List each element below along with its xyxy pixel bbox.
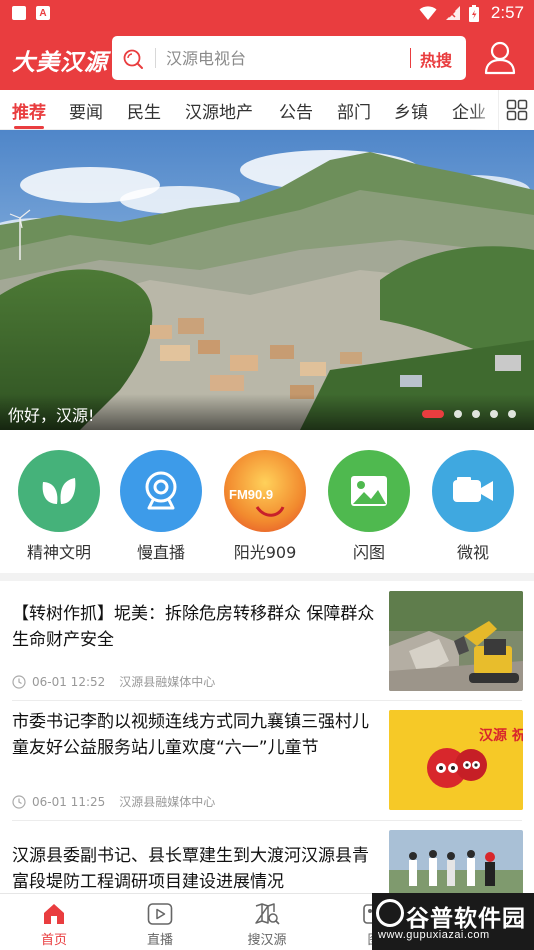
watermark: 谷普软件园 www.gupuxiazai.com	[372, 893, 534, 950]
grid-icon	[506, 99, 527, 121]
news-thumbnail[interactable]: 汉源 祝你	[389, 710, 523, 810]
news-title[interactable]: 汉源县委副书记、县长覃建生到大渡河汉源县青富段堤防工程调研项目建设进展情况	[12, 843, 376, 893]
section-divider	[0, 573, 534, 581]
fm-909-logo: FM90.9	[224, 450, 306, 532]
signal-icon	[445, 6, 460, 20]
quick-link-label: 阳光909	[233, 543, 297, 562]
tab-livelihood[interactable]: 民生	[127, 98, 161, 123]
quick-link-micro-video[interactable]: 微视	[428, 450, 518, 563]
quick-link-civilization[interactable]: 精神文明	[14, 450, 104, 563]
carousel-dot[interactable]	[490, 410, 498, 418]
video-camera-icon	[432, 450, 514, 532]
nav-search-hanyuan[interactable]: 搜汉源	[227, 902, 307, 948]
clock: 2:57	[490, 3, 524, 22]
tab-townships[interactable]: 乡镇	[394, 98, 428, 123]
search-divider	[155, 48, 156, 68]
news-source: 汉源县融媒体中心	[119, 795, 216, 809]
news-source: 汉源县融媒体中心	[119, 675, 216, 689]
news-thumbnail[interactable]	[389, 830, 523, 893]
news-title[interactable]: 【转树作抓】坭美：拆除危房转移群众 保障群众生命财产安全	[12, 601, 376, 653]
banner-image	[0, 130, 534, 430]
thumb-text: 汉源 祝你	[479, 727, 523, 744]
battery-icon	[468, 4, 479, 22]
news-item[interactable]: 市委书记李酌以视频连线方式同九襄镇三强村儿童友好公益服务站儿童欢度“六一”儿童节…	[0, 701, 534, 821]
home-icon	[44, 904, 64, 924]
notification-app-icon: A	[36, 6, 50, 20]
quick-link-slow-live[interactable]: 慢直播	[116, 450, 206, 563]
watermark-title: 谷普软件园	[406, 906, 526, 932]
search-icon	[123, 49, 143, 69]
childrens-day-graphic: 汉源 祝你	[389, 710, 523, 810]
leaf-icon	[18, 450, 100, 532]
hero-banner[interactable]: 你好，汉源!	[0, 130, 534, 430]
news-time: 06-01 11:25	[32, 794, 106, 809]
tabs-fade	[470, 90, 500, 130]
webcam-icon	[120, 450, 202, 532]
nav-search-label: 搜汉源	[247, 933, 287, 948]
hot-search-button[interactable]: 热搜	[420, 47, 452, 71]
hot-divider	[410, 48, 411, 68]
carousel-indicator	[422, 410, 516, 418]
news-meta: 06-01 11:25 汉源县融媒体中心	[12, 793, 215, 810]
tab-announcements[interactable]: 公告	[279, 98, 313, 123]
carousel-dot[interactable]	[454, 410, 462, 418]
news-title[interactable]: 市委书记李酌以视频连线方式同九襄镇三强村儿童友好公益服务站儿童欢度“六一”儿童节	[12, 709, 376, 761]
quick-link-label: 精神文明	[26, 543, 91, 562]
officials-photo	[389, 830, 523, 893]
nav-home-label: 首页	[40, 933, 67, 948]
status-bar: A 2:57	[0, 0, 534, 28]
excavator-photo	[389, 591, 523, 691]
tab-headlines[interactable]: 要闻	[69, 98, 103, 123]
play-icon	[147, 903, 173, 925]
banner-caption: 你好，汉源!	[8, 406, 95, 425]
news-item[interactable]: 汉源县委副书记、县长覃建生到大渡河汉源县青富段堤防工程调研项目建设进展情况	[0, 821, 534, 893]
carousel-dot-active[interactable]	[422, 410, 444, 418]
quick-link-flash-images[interactable]: 闪图	[324, 450, 414, 563]
notification-square-icon	[12, 6, 26, 20]
quick-link-label: 闪图	[352, 543, 385, 562]
active-tab-indicator	[14, 126, 44, 129]
clock-icon	[12, 674, 26, 689]
news-item[interactable]: 【转树作抓】坭美：拆除危房转移群众 保障群众生命财产安全 06-01 12:52…	[0, 581, 534, 701]
nav-live[interactable]: 直播	[120, 902, 200, 948]
image-icon	[328, 450, 410, 532]
notification-icons: A	[12, 6, 50, 20]
fm-logo-text: FM90.9	[229, 487, 273, 502]
carousel-dot[interactable]	[472, 410, 480, 418]
news-thumbnail[interactable]	[389, 591, 523, 691]
quick-link-label: 慢直播	[136, 543, 185, 562]
map-search-icon	[255, 903, 280, 925]
category-tabs: 推荐 要闻 民生 汉源地产 公告 部门 乡镇 企业	[0, 90, 534, 130]
quick-links: 精神文明 慢直播 FM90.9 阳光909 闪图 微视	[0, 438, 534, 572]
tab-real-estate[interactable]: 汉源地产	[185, 98, 253, 123]
status-right: 2:57	[419, 3, 524, 23]
user-profile-icon[interactable]	[484, 41, 516, 75]
news-time: 06-01 12:52	[32, 674, 106, 689]
carousel-dot[interactable]	[508, 410, 516, 418]
tab-recommend[interactable]: 推荐	[12, 98, 46, 123]
news-meta: 06-01 12:52 汉源县融媒体中心	[12, 673, 215, 690]
wifi-icon	[419, 6, 437, 20]
tab-menu-button[interactable]	[498, 90, 534, 130]
nav-live-label: 直播	[146, 933, 173, 948]
watermark-url: www.gupuxiazai.com	[378, 929, 490, 941]
app-header: 大美汉源 热搜	[0, 28, 534, 90]
quick-link-label: 微视	[456, 543, 489, 562]
search-bar[interactable]: 热搜	[112, 36, 466, 80]
nav-home[interactable]: 首页	[14, 902, 94, 948]
quick-link-fm909[interactable]: FM90.9 阳光909	[220, 450, 310, 563]
app-logo[interactable]: 大美汉源	[12, 43, 108, 77]
clock-icon	[12, 794, 26, 809]
watermark-logo-icon	[376, 899, 404, 927]
search-input[interactable]	[166, 36, 402, 80]
tab-departments[interactable]: 部门	[337, 98, 371, 123]
